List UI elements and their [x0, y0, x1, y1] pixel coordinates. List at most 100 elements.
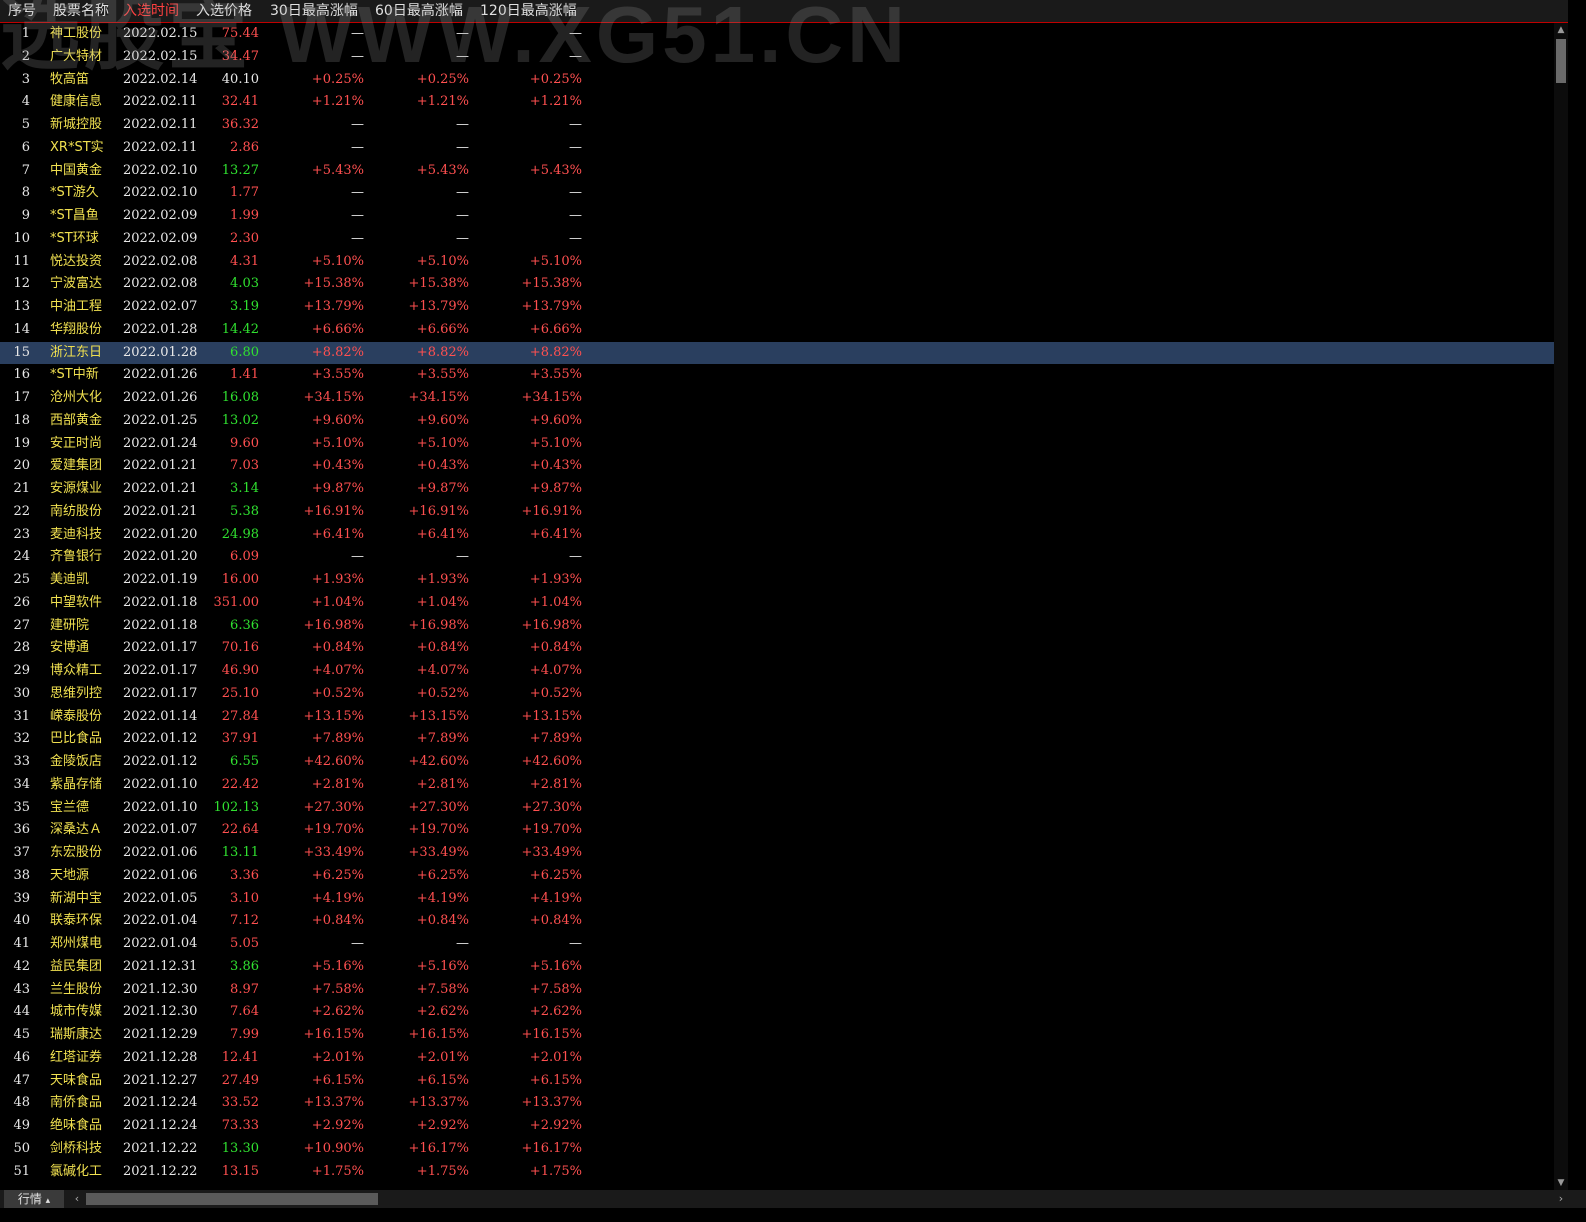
table-row[interactable]: 47 天味食品 2021.12.27 27.49 +6.15% +6.15% +6.15%: [0, 1070, 1554, 1093]
vertical-scrollbar[interactable]: ▲ ▼: [1554, 23, 1568, 1190]
gain-120d: +0.84%: [529, 640, 582, 656]
horizontal-scroll-thumb[interactable]: [86, 1193, 378, 1205]
table-row[interactable]: 39 新湖中宝 2022.01.05 3.10 +4.19% +4.19% +4.19%: [0, 888, 1554, 911]
table-row[interactable]: 2 广大特材 2022.02.15 34.47 — — —: [0, 46, 1554, 69]
stock-name: 西部黄金: [50, 412, 103, 428]
select-price: 5.38: [230, 503, 259, 519]
table-row[interactable]: 34 紫晶存储 2022.01.10 22.42 +2.81% +2.81% +2.81%: [0, 774, 1554, 797]
gain-120d: —: [569, 208, 582, 223]
table-row[interactable]: 25 美迪凯 2022.01.19 16.00 +1.93% +1.93% +1.93%: [0, 569, 1554, 592]
select-date: 2021.12.28: [123, 1049, 198, 1065]
table-row[interactable]: 51 氯碱化工 2021.12.22 13.15 +1.75% +1.75% +1.75%: [0, 1161, 1554, 1184]
table-row[interactable]: 43 兰生股份 2021.12.30 8.97 +7.58% +7.58% +7.58%: [0, 979, 1554, 1002]
select-price: 6.09: [230, 549, 259, 565]
scroll-left-arrow-icon[interactable]: ‹: [70, 1190, 84, 1208]
table-row[interactable]: 30 思维列控 2022.01.17 25.10 +0.52% +0.52% +0.52%: [0, 683, 1554, 706]
scroll-up-arrow-icon[interactable]: ▲: [1554, 23, 1568, 37]
table-row[interactable]: 33 金陵饭店 2022.01.12 6.55 +42.60% +42.60% +42.60…: [0, 751, 1554, 774]
gain-30d: +4.07%: [311, 663, 364, 678]
table-row[interactable]: 23 麦迪科技 2022.01.20 24.98 +6.41% +6.41% +6.41%: [0, 524, 1554, 547]
table-row[interactable]: 37 东宏股份 2022.01.06 13.11 +33.49% +33.49% +33.4…: [0, 842, 1554, 865]
header-col-60d-gain[interactable]: 60日最高涨幅: [375, 0, 463, 22]
row-index: 28: [13, 640, 30, 656]
table-row[interactable]: 3 牧高笛 2022.02.14 40.10 +0.25% +0.25% +0.25%: [0, 69, 1554, 92]
row-index: 31: [13, 708, 30, 724]
table-row[interactable]: 46 红塔证券 2021.12.28 12.41 +2.01% +2.01% +2.01%: [0, 1047, 1554, 1070]
select-date: 2022.01.21: [123, 503, 198, 519]
gain-60d: —: [456, 185, 469, 201]
stock-name: 华翔股份: [50, 321, 103, 337]
row-index: 48: [13, 1095, 30, 1111]
header-col-select-time[interactable]: 入选时间: [123, 0, 179, 22]
table-row[interactable]: 14 华翔股份 2022.01.28 14.42 +6.66% +6.66% +6.66%: [0, 319, 1554, 342]
table-row[interactable]: 8 *ST游久 2022.02.10 1.77 — — —: [0, 182, 1554, 205]
gain-60d: +7.58%: [416, 981, 469, 997]
gain-30d: +13.37%: [303, 1095, 364, 1111]
table-row[interactable]: 28 安博通 2022.01.17 70.16 +0.84% +0.84% +0.84%: [0, 637, 1554, 660]
scroll-right-arrow-icon[interactable]: ›: [1554, 1190, 1568, 1208]
table-row[interactable]: 4 健康信息 2022.02.11 32.41 +1.21% +1.21% +1.21%: [0, 91, 1554, 114]
table-row[interactable]: 13 中油工程 2022.02.07 3.19 +13.79% +13.79% +13.79…: [0, 296, 1554, 319]
header-col-120d-gain[interactable]: 120日最高涨幅: [480, 0, 577, 22]
row-index: 6: [21, 139, 30, 155]
header-col-30d-gain[interactable]: 30日最高涨幅: [270, 0, 358, 22]
select-price: 22.64: [221, 822, 259, 838]
select-date: 2022.01.25: [123, 412, 198, 428]
gain-120d: —: [569, 936, 582, 951]
table-row[interactable]: 7 中国黄金 2022.02.10 13.27 +5.43% +5.43% +5.43%: [0, 160, 1554, 183]
table-row[interactable]: 20 爱建集团 2022.01.21 7.03 +0.43% +0.43% +0.43%: [0, 455, 1554, 478]
gain-60d: +2.81%: [416, 776, 469, 792]
table-row[interactable]: 31 嵘泰股份 2022.01.14 27.84 +13.15% +13.15% +13.1…: [0, 706, 1554, 729]
gain-30d: +2.81%: [311, 776, 364, 792]
table-row[interactable]: 49 绝味食品 2021.12.24 73.33 +2.92% +2.92% +2.92%: [0, 1115, 1554, 1138]
table-row[interactable]: 16 *ST中新 2022.01.26 1.41 +3.55% +3.55% +3.55%: [0, 364, 1554, 387]
table-row[interactable]: 24 齐鲁银行 2022.01.20 6.09 — — —: [0, 546, 1554, 569]
table-row[interactable]: 6 XR*ST实 2022.02.11 2.86 — — —: [0, 137, 1554, 160]
header-col-select-price[interactable]: 入选价格: [196, 0, 252, 22]
table-row[interactable]: 36 深桑达Ａ 2022.01.07 22.64 +19.70% +19.70% +19.7…: [0, 819, 1554, 842]
tab-quote[interactable]: 行情 ▴: [4, 1190, 64, 1208]
table-row[interactable]: 22 南纺股份 2022.01.21 5.38 +16.91% +16.91% +16.91…: [0, 501, 1554, 524]
table-row[interactable]: 35 宝兰德 2022.01.10 102.13 +27.30% +27.30% +27.3…: [0, 797, 1554, 820]
gain-60d: +1.04%: [416, 594, 469, 610]
table-row[interactable]: 45 瑞斯康达 2021.12.29 7.99 +16.15% +16.15% +16.15…: [0, 1024, 1554, 1047]
stock-name: 思维列控: [50, 685, 103, 701]
select-price: 4.31: [230, 253, 259, 269]
header-col-name[interactable]: 股票名称: [53, 0, 109, 22]
table-row[interactable]: 15 浙江东日 2022.01.28 6.80 +8.82% +8.82% +8.82%: [0, 341, 1554, 365]
gain-60d: +2.01%: [416, 1049, 469, 1065]
table-row[interactable]: 12 宁波富达 2022.02.08 4.03 +15.38% +15.38% +15.38…: [0, 273, 1554, 296]
table-row[interactable]: 42 益民集团 2021.12.31 3.86 +5.16% +5.16% +5.16%: [0, 956, 1554, 979]
table-row[interactable]: 41 郑州煤电 2022.01.04 5.05 — — —: [0, 933, 1554, 956]
table-row[interactable]: 5 新城控股 2022.02.11 36.32 — — —: [0, 114, 1554, 137]
gain-120d: +2.62%: [529, 1004, 582, 1020]
table-row[interactable]: 29 博众精工 2022.01.17 46.90 +4.07% +4.07% +4.07%: [0, 660, 1554, 683]
table-row[interactable]: 9 *ST昌鱼 2022.02.09 1.99 — — —: [0, 205, 1554, 228]
table-row[interactable]: 32 巴比食品 2022.01.12 37.91 +7.89% +7.89% +7.89%: [0, 728, 1554, 751]
table-row[interactable]: 1 神工股份 2022.02.15 75.44 — — —: [0, 23, 1554, 46]
table-row[interactable]: 48 南侨食品 2021.12.24 33.52 +13.37% +13.37% +13.3…: [0, 1092, 1554, 1115]
scroll-down-arrow-icon[interactable]: ▼: [1554, 1176, 1568, 1190]
gain-60d: —: [456, 26, 469, 41]
gain-60d: +19.70%: [408, 822, 469, 838]
table-row[interactable]: 26 中望软件 2022.01.18 351.00 +1.04% +1.04% +1.04%: [0, 592, 1554, 615]
table-row[interactable]: 44 城市传媒 2021.12.30 7.64 +2.62% +2.62% +2.62%: [0, 1001, 1554, 1024]
bottom-fill: [0, 1208, 1586, 1222]
table-row[interactable]: 18 西部黄金 2022.01.25 13.02 +9.60% +9.60% +9.60%: [0, 410, 1554, 433]
table-row[interactable]: 19 安正时尚 2022.01.24 9.60 +5.10% +5.10% +5.10%: [0, 433, 1554, 456]
vertical-scroll-thumb[interactable]: [1556, 39, 1566, 83]
table-row[interactable]: 38 天地源 2022.01.06 3.36 +6.25% +6.25% +6.25%: [0, 865, 1554, 888]
stock-name: 健康信息: [50, 94, 103, 110]
gain-120d: +19.70%: [521, 822, 582, 838]
row-index: 18: [13, 412, 30, 428]
table-row[interactable]: 11 悦达投资 2022.02.08 4.31 +5.10% +5.10% +5.10%: [0, 251, 1554, 274]
table-row[interactable]: 40 联泰环保 2022.01.04 7.12 +0.84% +0.84% +0.84%: [0, 910, 1554, 933]
table-row[interactable]: 21 安源煤业 2022.01.21 3.14 +9.87% +9.87% +9.87%: [0, 478, 1554, 501]
header-col-no[interactable]: 序号: [8, 0, 36, 22]
table-row[interactable]: 27 建研院 2022.01.18 6.36 +16.98% +16.98% +16.98%: [0, 615, 1554, 638]
table-row[interactable]: 10 *ST环球 2022.02.09 2.30 — — —: [0, 228, 1554, 251]
select-price: 1.41: [230, 367, 259, 383]
table-row[interactable]: 50 剑桥科技 2021.12.22 13.30 +10.90% +16.17% +16.1…: [0, 1138, 1554, 1161]
row-index: 2: [21, 48, 30, 64]
table-row[interactable]: 17 沧州大化 2022.01.26 16.08 +34.15% +34.15% +34.1…: [0, 387, 1554, 410]
